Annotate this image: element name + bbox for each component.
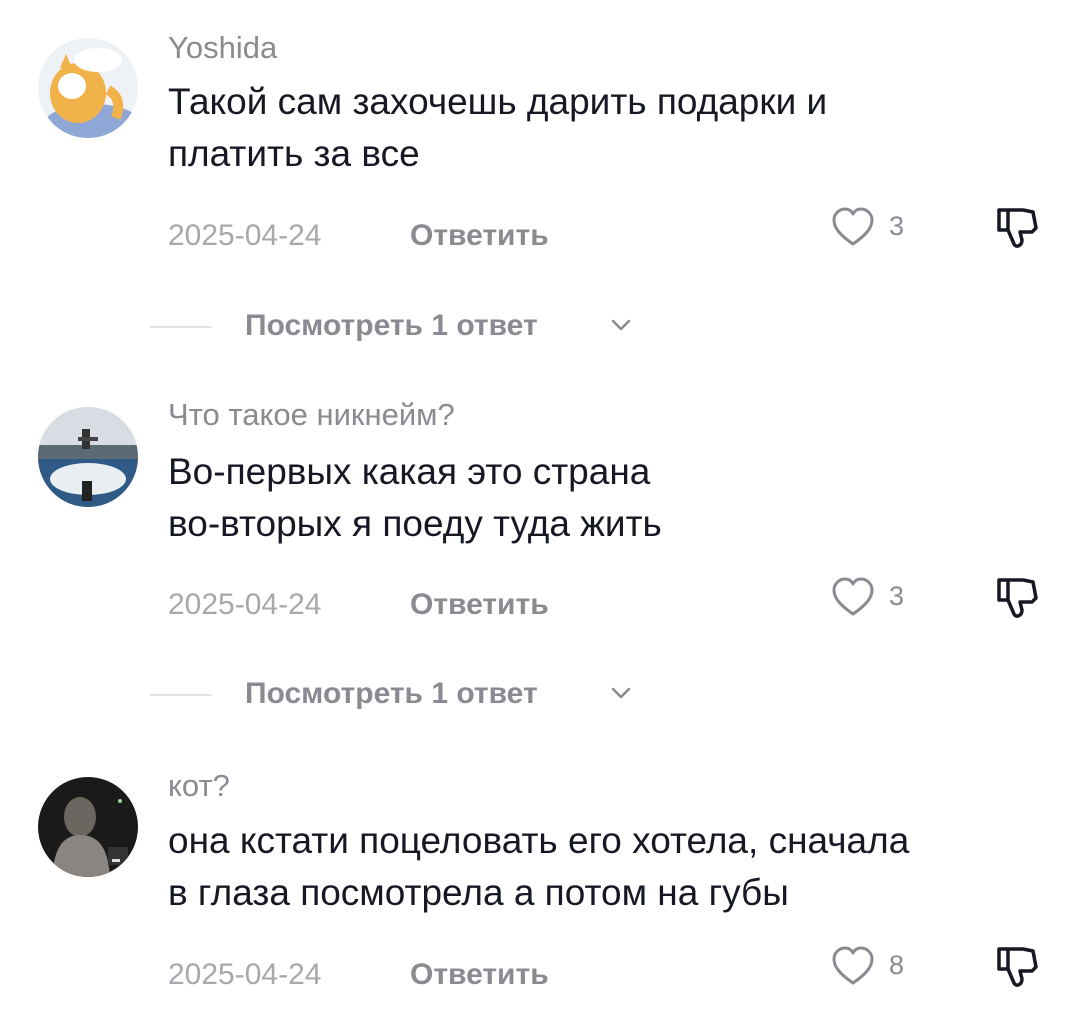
view-replies-button[interactable]: Посмотреть 1 ответ xyxy=(150,674,670,714)
avatar[interactable] xyxy=(38,38,138,138)
comment-text: она кстати поцеловать его хотела, сначал… xyxy=(168,815,1048,919)
dislike-button[interactable] xyxy=(990,570,1042,622)
dislike-button[interactable] xyxy=(990,200,1042,252)
comment-date: 2025-04-24 xyxy=(168,219,322,252)
thumbs-down-icon xyxy=(997,208,1038,248)
like-button[interactable]: 3 xyxy=(830,204,920,250)
comment-username[interactable]: Что такое никнейм? xyxy=(168,397,455,433)
view-replies-button[interactable]: Посмотреть 1 ответ xyxy=(150,306,670,346)
comment-text-line: в глаза посмотрела а потом на губы xyxy=(168,872,789,913)
comment-text-line: во-вторых я поеду туда жить xyxy=(168,503,662,544)
view-replies-label: Посмотреть 1 ответ xyxy=(245,309,538,342)
avatar[interactable] xyxy=(38,777,138,877)
divider xyxy=(150,694,212,696)
heart-outline-icon xyxy=(832,946,874,985)
comment-text-line: Во-первых какая это страна xyxy=(168,451,651,492)
thumbs-down-icon xyxy=(997,578,1038,618)
comment-date: 2025-04-24 xyxy=(168,958,322,991)
comment-text: Во-первых какая это страна во-вторых я п… xyxy=(168,446,1048,550)
comment-text-line: она кстати поцеловать его хотела, сначал… xyxy=(168,820,910,861)
heart-outline-icon xyxy=(832,577,874,616)
comment-text-line: Такой сам захочешь дарить подарки и xyxy=(168,81,828,122)
comment-username[interactable]: кот? xyxy=(168,768,230,804)
reply-button[interactable]: Ответить xyxy=(410,587,549,623)
view-replies-label: Посмотреть 1 ответ xyxy=(245,677,538,710)
like-count: 3 xyxy=(889,581,905,611)
avatar[interactable] xyxy=(38,407,138,507)
comment-text: Такой сам захочешь дарить подарки и плат… xyxy=(168,76,1048,180)
chevron-down-icon xyxy=(611,319,631,331)
dislike-button[interactable] xyxy=(990,939,1042,991)
chevron-down-icon xyxy=(611,687,631,699)
divider xyxy=(150,326,212,328)
reply-button[interactable]: Ответить xyxy=(410,957,549,993)
like-button[interactable]: 8 xyxy=(830,943,920,989)
like-count: 8 xyxy=(889,950,905,980)
comment-date: 2025-04-24 xyxy=(168,588,322,621)
comment-username[interactable]: Yoshida xyxy=(168,30,277,66)
thumbs-down-icon xyxy=(997,947,1038,987)
reply-button[interactable]: Ответить xyxy=(410,218,549,254)
like-count: 3 xyxy=(889,211,905,241)
heart-outline-icon xyxy=(832,207,874,246)
comment-text-line: платить за все xyxy=(168,133,420,174)
like-button[interactable]: 3 xyxy=(830,574,920,620)
